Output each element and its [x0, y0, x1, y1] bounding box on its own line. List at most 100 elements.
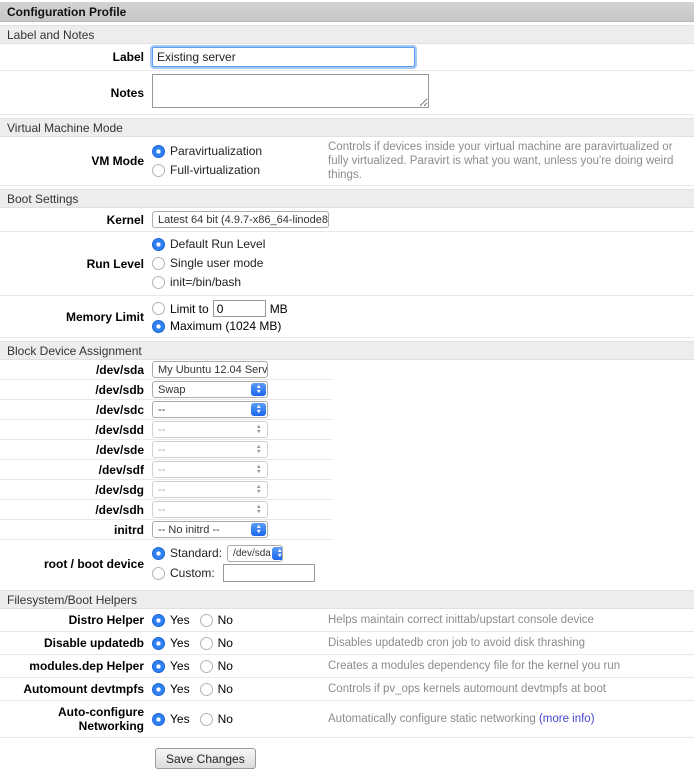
- distro-helper-no-radio[interactable]: [200, 614, 213, 627]
- device-row-sdg: /dev/sdg -- ▲▼: [0, 480, 332, 500]
- select-stepper-icon: ▲▼: [251, 483, 266, 496]
- memory-limit-row: Memory Limit Limit to MB Maximum (1024 M…: [0, 296, 694, 338]
- dev-sde-label: /dev/sde: [0, 443, 152, 457]
- root-standard-label[interactable]: Standard:: [170, 545, 222, 562]
- more-info-link[interactable]: (more info): [539, 713, 595, 725]
- modules-dep-no-label[interactable]: No: [218, 659, 233, 673]
- page-title: Configuration Profile: [0, 2, 694, 22]
- select-stepper-icon: ▲▼: [251, 443, 266, 456]
- label-field-label: Label: [0, 50, 152, 64]
- run-level-default-label[interactable]: Default Run Level: [170, 236, 265, 253]
- auto-configure-networking-row: Auto-configure Networking Yes No Automat…: [0, 701, 694, 738]
- memory-limit-to-radio[interactable]: [152, 302, 165, 315]
- auto-configure-networking-help-text: Automatically configure static networkin…: [328, 712, 694, 726]
- section-header-label-notes: Label and Notes: [0, 25, 694, 44]
- label-input[interactable]: [152, 47, 415, 67]
- modules-dep-help-text: Creates a modules dependency file for th…: [328, 659, 694, 673]
- automount-devtmpfs-yes-radio[interactable]: [152, 683, 165, 696]
- full-virtualization-radio-label[interactable]: Full-virtualization: [170, 162, 260, 179]
- disable-updatedb-no-radio[interactable]: [200, 637, 213, 650]
- dev-sde-select: -- ▲▼: [152, 441, 268, 458]
- section-header-boot-settings: Boot Settings: [0, 189, 694, 208]
- distro-helper-help-text: Helps maintain correct inittab/upstart c…: [328, 613, 694, 627]
- notes-field-label: Notes: [0, 86, 152, 100]
- vm-mode-help-text: Controls if devices inside your virtual …: [328, 140, 694, 182]
- save-changes-button[interactable]: Save Changes: [155, 748, 256, 769]
- section-header-vm-mode: Virtual Machine Mode: [0, 118, 694, 137]
- initrd-label: initrd: [0, 523, 152, 537]
- disable-updatedb-row: Disable updatedb Yes No Disables updated…: [0, 632, 694, 655]
- device-row-sdf: /dev/sdf -- ▲▼: [0, 460, 332, 480]
- run-level-init-bash-radio[interactable]: [152, 276, 165, 289]
- automount-devtmpfs-label: Automount devtmpfs: [0, 682, 152, 696]
- memory-limit-to-label[interactable]: Limit to: [170, 302, 209, 316]
- kernel-label: Kernel: [0, 213, 152, 227]
- root-device-select[interactable]: /dev/sda ▲▼: [227, 545, 283, 562]
- memory-limit-unit: MB: [270, 302, 288, 316]
- disable-updatedb-yes-radio[interactable]: [152, 637, 165, 650]
- networking-help-text: Automatically configure static networkin…: [328, 713, 539, 725]
- dev-sdh-label: /dev/sdh: [0, 503, 152, 517]
- dev-sdg-select-value: --: [158, 484, 165, 496]
- root-custom-input[interactable]: [223, 564, 315, 582]
- root-boot-device-row: root / boot device Standard: /dev/sda ▲▼…: [0, 540, 332, 587]
- disable-updatedb-help-text: Disables updatedb cron job to avoid disk…: [328, 636, 694, 650]
- auto-configure-networking-yes-radio[interactable]: [152, 713, 165, 726]
- memory-maximum-label[interactable]: Maximum (1024 MB): [170, 319, 281, 333]
- select-stepper-icon: ▲▼: [272, 547, 283, 560]
- distro-helper-yes-label[interactable]: Yes: [170, 613, 190, 627]
- dev-sdc-select[interactable]: -- ▲▼: [152, 401, 268, 418]
- initrd-select-value: -- No initrd --: [158, 524, 220, 536]
- dev-sdb-label: /dev/sdb: [0, 383, 152, 397]
- modules-dep-yes-radio[interactable]: [152, 660, 165, 673]
- memory-limit-label: Memory Limit: [0, 310, 152, 324]
- paravirtualization-radio[interactable]: [152, 145, 165, 158]
- disable-updatedb-no-label[interactable]: No: [218, 636, 233, 650]
- run-level-default-radio[interactable]: [152, 238, 165, 251]
- memory-limit-input[interactable]: [213, 300, 266, 317]
- kernel-row: Kernel Latest 64 bit (4.9.7-x86_64-linod…: [0, 208, 694, 232]
- select-stepper-icon: ▲▼: [251, 383, 266, 396]
- kernel-select-value: Latest 64 bit (4.9.7-x86_64-linode80): [158, 214, 329, 226]
- run-level-init-bash-label[interactable]: init=/bin/bash: [170, 274, 241, 291]
- notes-textarea[interactable]: [152, 74, 429, 108]
- dev-sdc-select-value: --: [158, 404, 165, 416]
- run-level-single-user-label[interactable]: Single user mode: [170, 255, 263, 272]
- dev-sdc-label: /dev/sdc: [0, 403, 152, 417]
- device-row-sdb: /dev/sdb Swap ▲▼: [0, 380, 332, 400]
- modules-dep-row: modules.dep Helper Yes No Creates a modu…: [0, 655, 694, 678]
- device-row-initrd: initrd -- No initrd -- ▲▼: [0, 520, 332, 540]
- distro-helper-yes-radio[interactable]: [152, 614, 165, 627]
- dev-sdd-select: -- ▲▼: [152, 421, 268, 438]
- disable-updatedb-yes-label[interactable]: Yes: [170, 636, 190, 650]
- automount-devtmpfs-no-radio[interactable]: [200, 683, 213, 696]
- distro-helper-no-label[interactable]: No: [218, 613, 233, 627]
- root-custom-label[interactable]: Custom:: [170, 565, 215, 582]
- auto-configure-networking-yes-label[interactable]: Yes: [170, 712, 190, 726]
- modules-dep-no-radio[interactable]: [200, 660, 213, 673]
- dev-sdg-select: -- ▲▼: [152, 481, 268, 498]
- select-stepper-icon: ▲▼: [251, 423, 266, 436]
- dev-sdf-label: /dev/sdf: [0, 463, 152, 477]
- dev-sdh-select: -- ▲▼: [152, 501, 268, 518]
- dev-sdd-label: /dev/sdd: [0, 423, 152, 437]
- run-level-label: Run Level: [0, 257, 152, 271]
- vm-mode-row: VM Mode Paravirtualization Full-virtuali…: [0, 137, 694, 186]
- run-level-single-user-radio[interactable]: [152, 257, 165, 270]
- distro-helper-label: Distro Helper: [0, 613, 152, 627]
- automount-devtmpfs-yes-label[interactable]: Yes: [170, 682, 190, 696]
- paravirtualization-radio-label[interactable]: Paravirtualization: [170, 143, 262, 160]
- initrd-select[interactable]: -- No initrd -- ▲▼: [152, 521, 268, 538]
- root-standard-radio[interactable]: [152, 547, 165, 560]
- modules-dep-yes-label[interactable]: Yes: [170, 659, 190, 673]
- memory-maximum-radio[interactable]: [152, 320, 165, 333]
- automount-devtmpfs-no-label[interactable]: No: [218, 682, 233, 696]
- full-virtualization-radio[interactable]: [152, 164, 165, 177]
- auto-configure-networking-no-radio[interactable]: [200, 713, 213, 726]
- root-custom-radio[interactable]: [152, 567, 165, 580]
- dev-sda-select[interactable]: My Ubuntu 12.04 Server ▲▼: [152, 361, 268, 378]
- auto-configure-networking-no-label[interactable]: No: [218, 712, 233, 726]
- kernel-select[interactable]: Latest 64 bit (4.9.7-x86_64-linode80) ▲▼: [152, 211, 329, 228]
- disable-updatedb-label: Disable updatedb: [0, 636, 152, 650]
- dev-sdb-select[interactable]: Swap ▲▼: [152, 381, 268, 398]
